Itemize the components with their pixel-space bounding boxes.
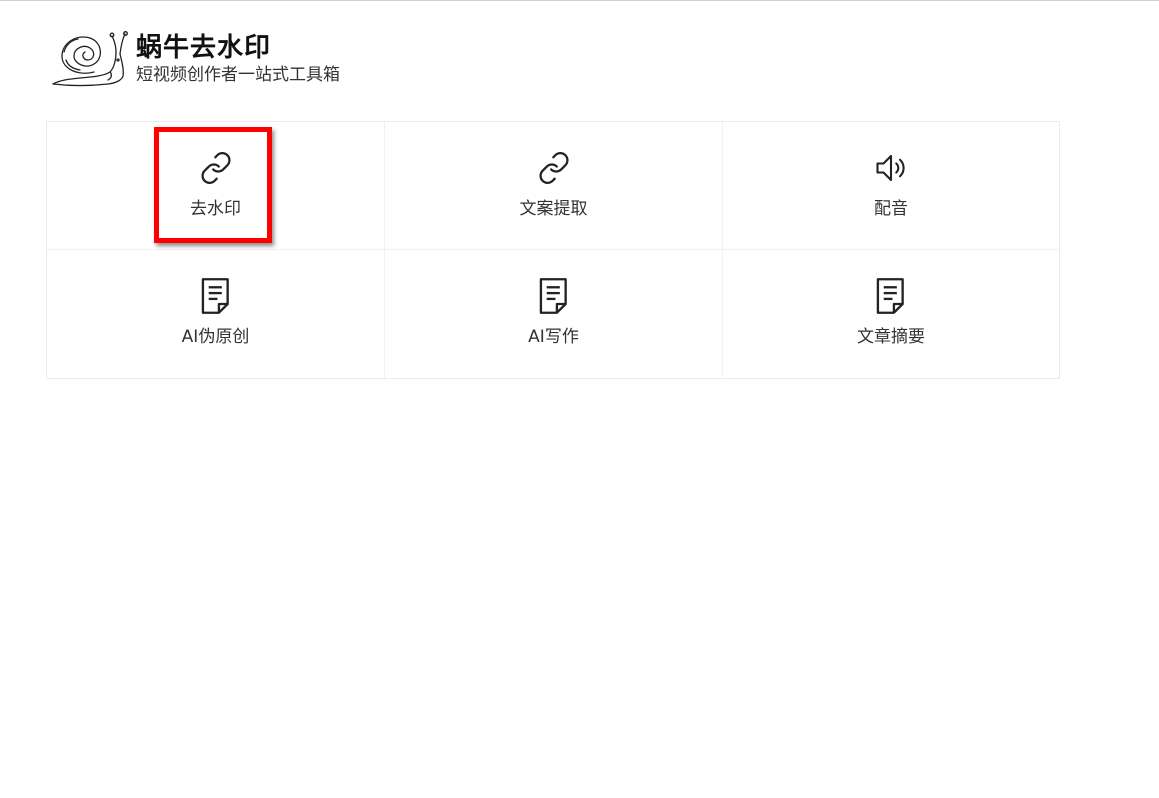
brand-title: 蜗牛去水印 xyxy=(136,33,272,63)
document-icon xyxy=(198,278,234,314)
tool-article-summary[interactable]: 文章摘要 xyxy=(723,250,1059,378)
brand-block: 蜗牛去水印 短视频创作者一站式工具箱 xyxy=(136,30,340,86)
tool-ai-rewrite[interactable]: AI伪原创 xyxy=(47,250,385,378)
tool-ai-writing[interactable]: AI写作 xyxy=(385,250,723,378)
tool-label: 去水印 xyxy=(190,199,241,219)
document-icon xyxy=(536,278,572,314)
tool-remove-watermark[interactable]: 去水印 xyxy=(47,122,385,250)
tool-label: 文章摘要 xyxy=(857,327,925,347)
brand-subtitle: 短视频创作者一站式工具箱 xyxy=(136,65,340,85)
speaker-icon xyxy=(873,150,909,186)
link-icon xyxy=(536,150,572,186)
tool-label: 配音 xyxy=(874,199,908,219)
tool-label: AI写作 xyxy=(528,327,579,347)
tool-grid: 去水印 文案提取 配音 AI伪原创 AI写作 文章摘要 xyxy=(46,121,1060,379)
snail-icon[interactable] xyxy=(50,30,130,88)
tool-label: 文案提取 xyxy=(519,199,588,219)
document-icon xyxy=(873,278,909,314)
site-header: 蜗牛去水印 短视频创作者一站式工具箱 xyxy=(50,30,340,90)
link-icon xyxy=(198,150,234,186)
tool-label: AI伪原创 xyxy=(181,327,250,347)
tool-extract-copy[interactable]: 文案提取 xyxy=(385,122,723,250)
top-divider xyxy=(0,0,1159,1)
tool-dubbing[interactable]: 配音 xyxy=(723,122,1059,250)
